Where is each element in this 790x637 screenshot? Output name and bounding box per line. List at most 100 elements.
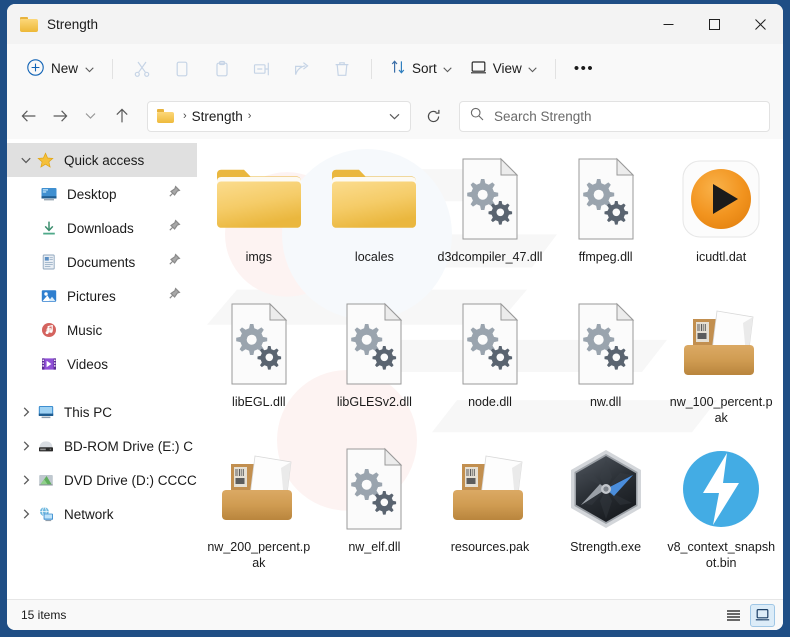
file-name: locales: [354, 250, 394, 264]
title-bar: Strength: [7, 4, 783, 44]
music-icon: [40, 322, 60, 339]
new-button[interactable]: New: [21, 53, 103, 85]
view-button[interactable]: View: [461, 53, 546, 85]
executable-compass-icon: [558, 445, 654, 533]
maximize-button[interactable]: [691, 4, 737, 44]
plus-circle-icon: [27, 58, 44, 79]
file-item[interactable]: locales: [317, 147, 433, 292]
file-item[interactable]: libGLESv2.dll: [317, 292, 433, 437]
sidebar-item-videos[interactable]: Videos: [7, 347, 197, 381]
recent-locations-button[interactable]: [75, 101, 106, 132]
dll-file-icon: [326, 445, 422, 533]
sidebar-item-label: Videos: [67, 356, 109, 372]
chevron-right-icon[interactable]: [15, 475, 37, 485]
file-item[interactable]: imgs: [201, 147, 317, 292]
file-item[interactable]: resources.pak: [432, 437, 548, 582]
sidebar-item-music[interactable]: Music: [7, 313, 197, 347]
command-bar: New Sort View •••: [7, 44, 783, 93]
file-grid: imgs locales d3dcompiler_47.dll ffmpeg.d…: [197, 139, 783, 582]
cut-icon[interactable]: [122, 53, 162, 85]
sidebar-item-network[interactable]: Network: [7, 497, 197, 531]
pin-icon[interactable]: [168, 219, 181, 237]
bd-rom-drive-icon: [37, 438, 57, 455]
file-item[interactable]: v8_context_snapshot.bin: [663, 437, 779, 582]
dll-file-icon: [558, 300, 654, 388]
file-item[interactable]: nw_200_percent.pak: [201, 437, 317, 582]
pin-icon[interactable]: [168, 185, 181, 203]
pictures-icon: [40, 288, 60, 305]
sort-label: Sort: [412, 61, 437, 76]
chevron-down-icon: [443, 61, 452, 76]
search-box[interactable]: Search Strength: [459, 100, 770, 132]
chevron-down-icon[interactable]: [15, 157, 37, 164]
sidebar-item-dvd-drive[interactable]: DVD Drive (D:) CCCC: [7, 463, 197, 497]
documents-icon: [40, 254, 60, 271]
dll-file-icon: [326, 300, 422, 388]
pak-file-icon: [442, 445, 538, 533]
sidebar-item-bd-rom-drive[interactable]: BD-ROM Drive (E:) C: [7, 429, 197, 463]
file-item[interactable]: nw_elf.dll: [317, 437, 433, 582]
breadcrumb-dropdown-icon[interactable]: [381, 113, 408, 120]
breadcrumb-separator-2[interactable]: ›: [243, 110, 257, 122]
chevron-right-icon[interactable]: [15, 441, 37, 451]
details-view-button[interactable]: [750, 603, 775, 627]
new-button-label: New: [51, 61, 79, 76]
sort-icon: [390, 59, 406, 78]
folder-icon: [211, 155, 307, 243]
file-item[interactable]: node.dll: [432, 292, 548, 437]
copy-icon[interactable]: [162, 53, 202, 85]
file-item[interactable]: libEGL.dll: [201, 292, 317, 437]
title-bar-left: Strength: [7, 16, 98, 32]
share-icon[interactable]: [282, 53, 322, 85]
forward-button[interactable]: [44, 101, 75, 132]
file-item[interactable]: ffmpeg.dll: [548, 147, 664, 292]
breadcrumb[interactable]: › Strength ›: [147, 100, 411, 132]
pin-icon[interactable]: [168, 287, 181, 305]
file-name: imgs: [245, 250, 272, 264]
sort-button[interactable]: Sort: [381, 53, 461, 85]
dll-file-icon: [558, 155, 654, 243]
media-file-icon: [673, 155, 769, 243]
chevron-right-icon[interactable]: [15, 407, 37, 417]
pin-icon[interactable]: [168, 253, 181, 271]
rename-icon[interactable]: [242, 53, 282, 85]
delete-icon[interactable]: [322, 53, 362, 85]
file-name: nw.dll: [589, 395, 622, 409]
chevron-right-icon[interactable]: [15, 509, 37, 519]
up-button[interactable]: [106, 101, 137, 132]
window-controls: [645, 4, 783, 44]
network-icon: [37, 506, 57, 523]
file-item[interactable]: nw.dll: [548, 292, 664, 437]
file-item[interactable]: Strength.exe: [548, 437, 664, 582]
dll-file-icon: [442, 155, 538, 243]
search-input[interactable]: Search Strength: [494, 109, 592, 124]
sidebar-item-label: This PC: [64, 404, 113, 420]
minimize-button[interactable]: [645, 4, 691, 44]
more-options-button[interactable]: •••: [565, 53, 603, 85]
file-item[interactable]: icudtl.dat: [663, 147, 779, 292]
toolbar-divider: [112, 58, 114, 79]
paste-icon[interactable]: [202, 53, 242, 85]
file-item[interactable]: nw_100_percent.pak: [663, 292, 779, 437]
sidebar-item-desktop[interactable]: Desktop: [7, 177, 197, 211]
sidebar-item-downloads[interactable]: Downloads: [7, 211, 197, 245]
sidebar-item-pictures[interactable]: Pictures: [7, 279, 197, 313]
file-list-pane[interactable]: imgs locales d3dcompiler_47.dll ffmpeg.d…: [197, 139, 783, 599]
sidebar-item-documents[interactable]: Documents: [7, 245, 197, 279]
list-view-button[interactable]: [721, 604, 746, 627]
chevron-down-icon: [528, 61, 537, 76]
status-bar: 15 items: [7, 599, 783, 630]
back-button[interactable]: [13, 101, 44, 132]
file-name: nw_elf.dll: [348, 540, 401, 554]
address-bar: › Strength › Search Strength: [7, 93, 783, 139]
sidebar-group-quick-access[interactable]: Quick access: [7, 143, 197, 177]
sidebar-item-label: Pictures: [67, 288, 116, 304]
file-item[interactable]: d3dcompiler_47.dll: [432, 147, 548, 292]
bin-file-icon: [673, 445, 769, 533]
file-name: libGLESv2.dll: [336, 395, 412, 409]
sidebar-item-this-pc[interactable]: This PC: [7, 395, 197, 429]
refresh-button[interactable]: [418, 101, 449, 132]
close-button[interactable]: [737, 4, 783, 44]
breadcrumb-item-strength[interactable]: Strength: [192, 109, 243, 124]
folder-icon: [20, 16, 38, 32]
